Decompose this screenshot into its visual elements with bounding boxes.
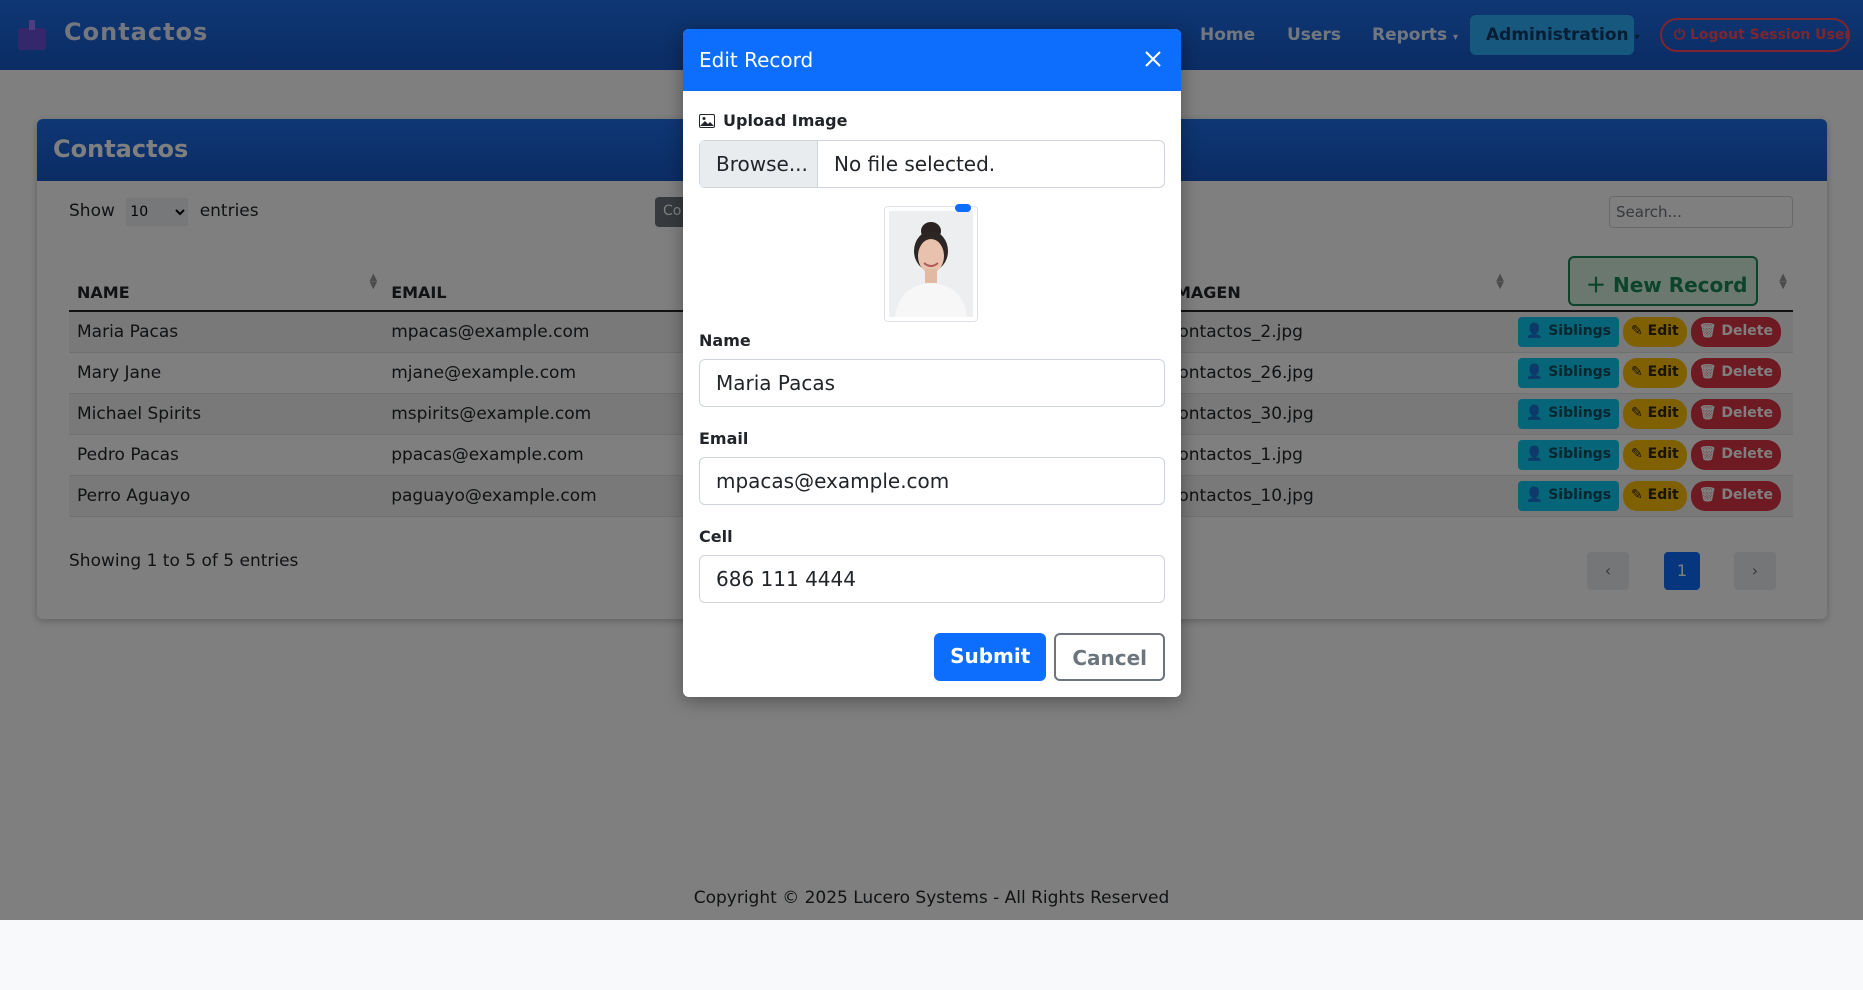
upload-image-label: Upload Image: [699, 111, 1165, 130]
remove-image-handle[interactable]: [955, 204, 971, 212]
submit-button[interactable]: Submit: [934, 633, 1047, 681]
modal-title: Edit Record: [699, 48, 814, 72]
name-field[interactable]: Maria Pacas: [699, 359, 1165, 407]
close-icon[interactable]: [1139, 45, 1167, 73]
file-status: No file selected.: [834, 152, 996, 176]
email-field[interactable]: mpacas@example.com: [699, 457, 1165, 505]
cancel-button[interactable]: Cancel: [1054, 633, 1165, 681]
edit-record-modal: Edit Record Upload Image Browse... No fi…: [683, 29, 1181, 697]
upload-image-text: Upload Image: [723, 111, 848, 130]
page-bottom-strip: [0, 920, 1863, 990]
name-label: Name: [699, 331, 751, 350]
file-input[interactable]: Browse... No file selected.: [699, 140, 1165, 188]
contact-photo: [889, 211, 973, 317]
cell-label: Cell: [699, 527, 733, 546]
modal-body: Upload Image Browse... No file selected.…: [683, 91, 1181, 623]
cell-field[interactable]: 686 111 4444: [699, 555, 1165, 603]
email-label: Email: [699, 429, 749, 448]
image-icon: [699, 113, 715, 128]
contact-photo-thumbnail: [884, 206, 978, 322]
modal-actions: Submit Cancel: [934, 633, 1165, 681]
modal-header: Edit Record: [683, 29, 1181, 91]
browse-button[interactable]: Browse...: [700, 141, 818, 187]
